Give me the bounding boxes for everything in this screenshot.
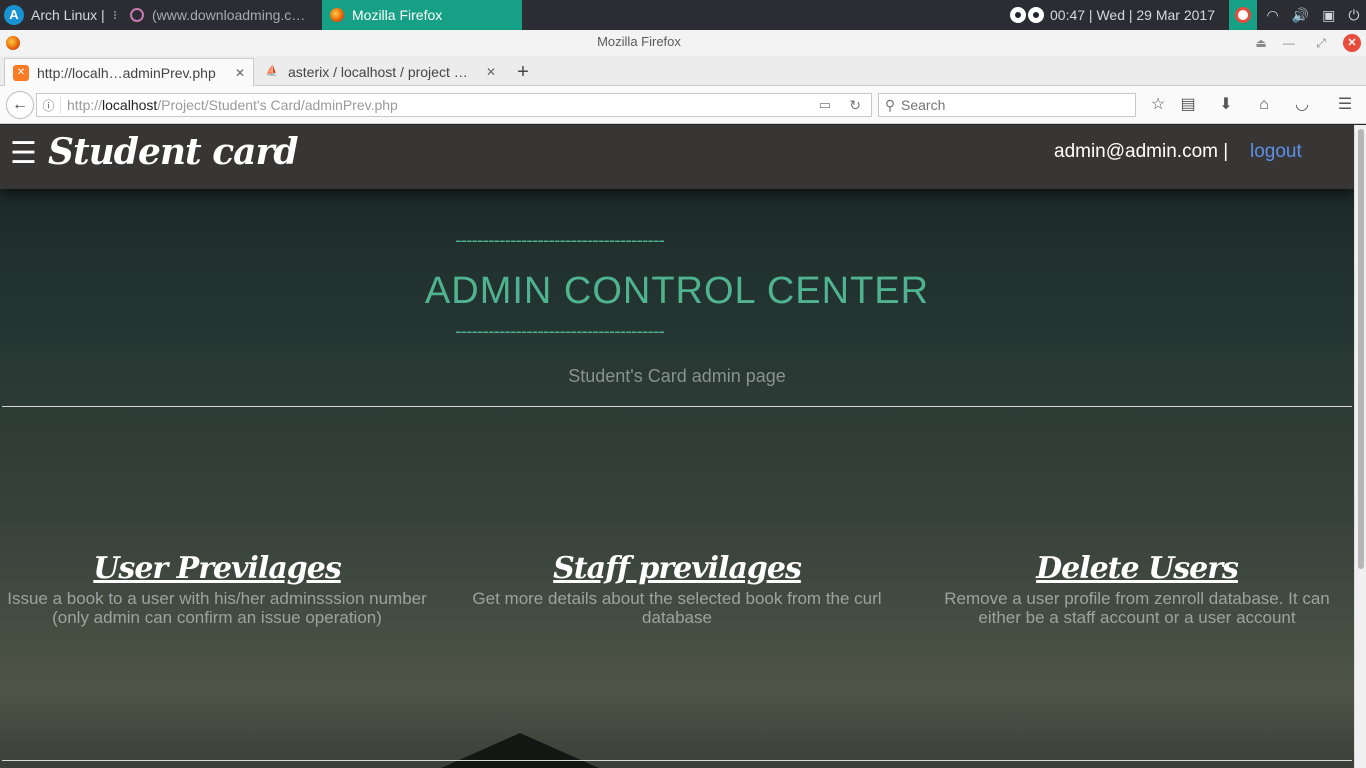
feature-title-link[interactable]: Delete Users [1036,549,1239,589]
mountain-silhouette [430,733,610,768]
heading-divider-bottom: -------------------------------------- [455,321,665,342]
wifi-icon[interactable]: ◠ [1267,7,1279,24]
url-path: /Project/Student's Card/adminPrev.php [157,97,398,113]
home-icon[interactable]: ⌂ [1253,95,1275,115]
tab-label: http://localh…adminPrev.php [37,64,216,81]
tab-phpmyadmin[interactable]: ⛵ asterix / localhost / project … ✕ [256,58,504,86]
feature-staff-privileges: Staff previlages Get more details about … [457,549,897,627]
taskbar-item-firefox[interactable]: Mozilla Firefox [322,0,522,30]
system-tray: ◠ 🔊 ▣ ⏻ [1260,0,1366,30]
close-button[interactable]: ✕ [1343,34,1361,52]
page-scrollbar[interactable] [1354,125,1366,768]
feature-description: Get more details about the selected book… [472,589,882,627]
heading-divider-top: -------------------------------------- [455,230,665,251]
user-email: admin@admin.com | [1054,141,1229,162]
search-box[interactable]: ⚲ [878,93,1136,117]
page-title: ADMIN CONTROL CENTER [424,270,930,312]
feature-title-link[interactable]: User Previlages [93,549,341,589]
tab-strip: ✕ http://localh…adminPrev.php ✕ ⛵ asteri… [0,56,1366,86]
xampp-icon: ✕ [13,64,29,81]
logout-link[interactable]: logout [1250,141,1302,163]
site-brand[interactable]: Student card [48,131,299,173]
bookmark-star-icon[interactable]: ☆ [1147,95,1169,115]
arch-menu-button[interactable]: A [4,0,26,30]
url-bar[interactable]: ⓘ http://localhost/Project/Student's Car… [36,93,872,117]
taskbar-item-label: (www.downloadming.c… [152,7,306,23]
eye-icon [1028,7,1044,23]
reader-view-icon[interactable]: ▭ [819,97,831,113]
hamburger-menu-icon[interactable]: ☰ [10,139,37,169]
close-tab-icon[interactable]: ✕ [235,66,245,80]
downloads-icon[interactable]: ⬇ [1215,95,1237,115]
arch-logo-icon: A [4,5,24,25]
search-input[interactable] [901,97,1121,113]
volume-icon[interactable]: 🔊 [1292,7,1309,24]
reload-icon[interactable]: ↻ [849,97,861,114]
url-text[interactable]: http://localhost/Project/Student's Card/… [61,97,398,113]
search-icon: ⚲ [884,96,896,113]
eye-icon [1010,7,1026,23]
feature-delete-users: Delete Users Remove a user profile from … [917,549,1354,627]
panel-clock[interactable]: 00:47 | Wed | 29 Mar 2017 [1050,0,1226,30]
pocket-icon[interactable]: ◡ [1291,95,1313,115]
section-divider [2,406,1352,407]
url-host: localhost [102,97,158,113]
new-tab-button[interactable]: + [510,58,536,86]
clipboard-icon[interactable]: ▣ [1322,7,1335,24]
nav-toolbar: ← ⓘ http://localhost/Project/Student's C… [0,86,1366,124]
feature-description: Remove a user profile from zenroll datab… [944,589,1330,627]
system-panel: A Arch Linux | (www.downloadming.c… Mozi… [0,0,1366,30]
window-titlebar: Mozilla Firefox ⏏ — ⤢ ✕ [0,30,1366,56]
power-icon[interactable]: ⏻ [1348,7,1359,24]
library-icon[interactable]: ▤ [1177,95,1199,115]
scrollbar-thumb[interactable] [1358,129,1364,569]
url-scheme: http:// [67,97,103,113]
back-button[interactable]: ← [6,91,34,119]
info-icon[interactable]: ⓘ [37,96,61,114]
xeyes-widget [1010,0,1048,30]
tab-adminprev[interactable]: ✕ http://localh…adminPrev.php ✕ [4,58,254,86]
eject-icon[interactable]: ⏏ [1252,34,1270,52]
workspace-label: Arch Linux | [31,7,105,23]
record-icon [1235,7,1251,23]
menu-icon[interactable]: ☰ [1334,95,1356,115]
close-tab-icon[interactable]: ✕ [486,65,496,79]
site-header: ☰ Student card admin@admin.com | logout [0,125,1354,189]
feature-user-privileges: User Previlages Issue a book to a user w… [0,549,437,627]
tab-label: asterix / localhost / project … [288,64,468,80]
section-divider [2,760,1352,761]
screen-recorder-button[interactable] [1229,0,1257,30]
feature-description: Issue a book to a user with his/her admi… [7,589,427,627]
window-title: Mozilla Firefox [597,34,681,49]
feature-title-link[interactable]: Staff previlages [553,549,802,589]
taskbar-item-downloadming[interactable]: (www.downloadming.c… [114,0,322,30]
page-subtitle: Student's Card admin page [568,366,786,386]
page-viewport: ☰ Student card admin@admin.com | logout … [0,125,1354,768]
firefox-icon [330,8,344,22]
separator-icon [114,11,120,19]
phpmyadmin-icon: ⛵ [265,66,279,77]
maximize-button[interactable]: ⤢ [1312,34,1330,52]
minimize-button[interactable]: — [1280,34,1298,52]
browser-task-icon [130,8,144,22]
taskbar-item-label: Mozilla Firefox [352,7,443,23]
